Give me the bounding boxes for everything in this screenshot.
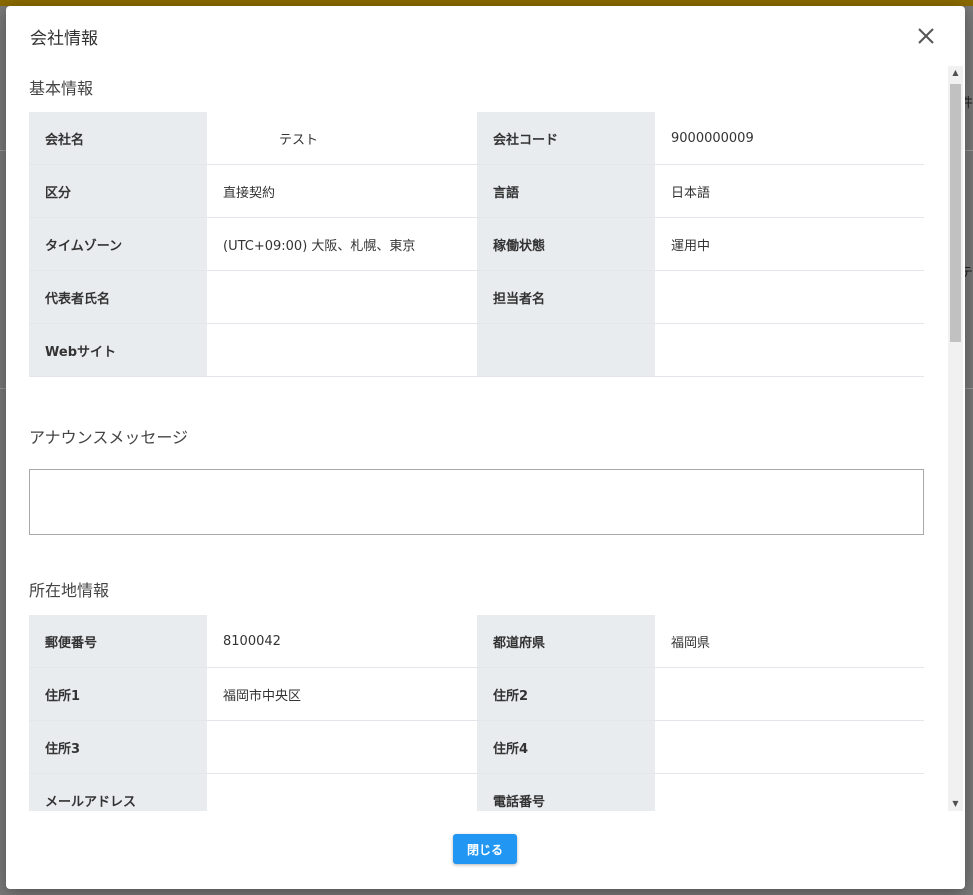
dialog-body[interactable]: 基本情報 会社名 テスト 会社コード 9000000009 区分 直接契約 言語… [6,66,965,811]
timezone-label: タイムゾーン [29,217,207,271]
operation-status-value: 運用中 [655,217,924,271]
email-value [207,773,477,811]
timezone-value: (UTC+09:00) 大阪、札幌、東京 [207,217,477,271]
address3-value [207,720,477,774]
postal-code-label: 郵便番号 [29,615,207,668]
address4-value [655,720,924,774]
dialog-title: 会社情報 [30,29,98,49]
dialog-footer: 閉じる [6,811,965,889]
close-button[interactable]: 閉じる [453,834,517,864]
dialog-header: 会社情報 [6,6,965,66]
basic-info-table: 会社名 テスト 会社コード 9000000009 区分 直接契約 言語 日本語 … [29,112,924,377]
contact-person-value [655,270,924,324]
scroll-up-icon[interactable]: ▲ [948,66,963,80]
vertical-scrollbar[interactable]: ▲ ▼ [948,66,963,811]
table-row: 代表者氏名 担当者名 [29,270,924,324]
category-label: 区分 [29,164,207,218]
category-value: 直接契約 [207,164,477,218]
address2-label: 住所2 [477,667,655,721]
prefecture-label: 都道府県 [477,615,655,668]
basic-info-heading: 基本情報 [29,79,94,98]
phone-label: 電話番号 [477,773,655,811]
address1-label: 住所1 [29,667,207,721]
website-label: Webサイト [29,323,207,377]
company-code-value: 9000000009 [655,112,924,165]
table-row: 会社名 テスト 会社コード 9000000009 [29,112,924,165]
email-label: メールアドレス [29,773,207,811]
scroll-thumb[interactable] [950,84,961,342]
address4-label: 住所4 [477,720,655,774]
address1-value: 福岡市中央区 [207,667,477,721]
prefecture-value: 福岡県 [655,615,924,668]
announcement-message-box [29,469,924,535]
location-info-table: 郵便番号 8100042 都道府県 福岡県 住所1 福岡市中央区 住所2 住所3… [29,615,924,811]
empty-label [477,323,655,377]
representative-name-value [207,270,477,324]
empty-value [655,323,924,377]
table-row: 住所3 住所4 [29,720,924,774]
company-name-label: 会社名 [29,112,207,165]
table-row: メールアドレス 電話番号 [29,773,924,811]
phone-value [655,773,924,811]
location-info-heading: 所在地情報 [29,581,110,600]
address3-label: 住所3 [29,720,207,774]
address2-value [655,667,924,721]
postal-code-value: 8100042 [207,615,477,668]
scroll-down-icon[interactable]: ▼ [948,797,963,811]
table-row: 区分 直接契約 言語 日本語 [29,164,924,218]
operation-status-label: 稼働状態 [477,217,655,271]
company-info-dialog: 会社情報 基本情報 会社名 テスト 会社コード 9000000009 区分 直接… [6,6,965,889]
company-code-label: 会社コード [477,112,655,165]
language-label: 言語 [477,164,655,218]
representative-name-label: 代表者氏名 [29,270,207,324]
close-icon[interactable] [913,23,939,49]
table-row: 郵便番号 8100042 都道府県 福岡県 [29,615,924,668]
company-name-value: テスト [207,112,477,165]
website-value [207,323,477,377]
table-row: タイムゾーン (UTC+09:00) 大阪、札幌、東京 稼働状態 運用中 [29,217,924,271]
table-row: 住所1 福岡市中央区 住所2 [29,667,924,721]
contact-person-label: 担当者名 [477,270,655,324]
announcement-heading: アナウンスメッセージ [29,428,189,447]
language-value: 日本語 [655,164,924,218]
table-row: Webサイト [29,323,924,377]
